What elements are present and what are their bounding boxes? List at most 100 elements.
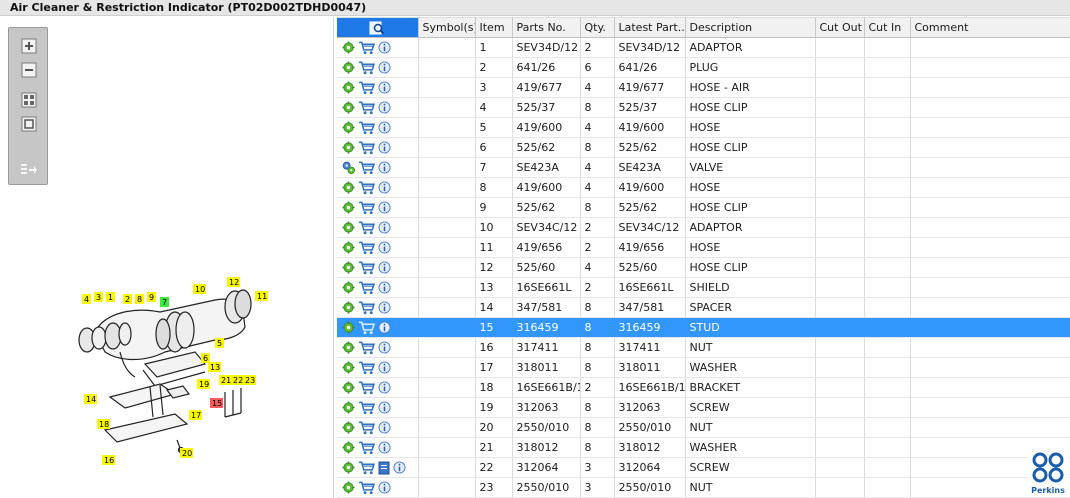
row-actions[interactable] xyxy=(337,397,419,418)
column-header-comment[interactable]: Comment xyxy=(910,17,1070,38)
row-actions[interactable] xyxy=(337,257,419,278)
row-actions[interactable] xyxy=(337,377,419,398)
table-row[interactable]: 13 16SE661L 2 16SE661L SHIELD xyxy=(337,277,1070,298)
table-row[interactable]: 1 SEV34D/12 2 SEV34D/12 ADAPTOR xyxy=(337,37,1070,58)
exploded-parts-diagram[interactable]: 1 2 3 4 5 6 7 8 9 10 11 12 13 14 15 16 1… xyxy=(65,252,285,467)
table-row[interactable]: 11 419/656 2 419/656 HOSE xyxy=(337,237,1070,258)
table-row[interactable]: 2 641/26 6 641/26 PLUG xyxy=(337,57,1070,78)
table-row[interactable]: 7 SE423A 4 SE423A VALVE xyxy=(337,157,1070,178)
row-actions[interactable] xyxy=(337,317,419,338)
cell-symbols xyxy=(418,337,476,358)
document-icon xyxy=(378,461,390,474)
cell-comment xyxy=(910,37,1070,58)
row-actions[interactable] xyxy=(337,77,419,98)
table-row[interactable]: 20 2550/010 8 2550/010 NUT xyxy=(337,417,1070,438)
row-actions[interactable] xyxy=(337,57,419,78)
cell-cut-in xyxy=(864,237,911,258)
cell-parts-no: 16SE661B/1 xyxy=(512,377,581,398)
table-row[interactable]: 9 525/62 8 525/62 HOSE CLIP xyxy=(337,197,1070,218)
callout-14: 14 xyxy=(84,394,97,404)
svg-text:11: 11 xyxy=(257,292,267,301)
table-row[interactable]: 5 419/600 4 419/600 HOSE xyxy=(337,117,1070,138)
cell-cut-out xyxy=(815,357,865,378)
row-actions[interactable] xyxy=(337,297,419,318)
cell-comment xyxy=(910,417,1070,438)
table-row[interactable]: 23 2550/010 3 2550/010 NUT xyxy=(337,477,1070,498)
column-header-symbols[interactable]: Symbol(s) xyxy=(418,17,476,38)
cell-description: VALVE xyxy=(685,157,816,178)
cell-latest: SE423A xyxy=(614,157,686,178)
info-icon xyxy=(378,221,391,234)
cell-latest: 2550/010 xyxy=(614,477,686,498)
gear-icon xyxy=(342,461,355,474)
info-icon xyxy=(378,81,391,94)
zoom-out-button[interactable] xyxy=(19,60,39,80)
row-actions[interactable] xyxy=(337,237,419,258)
row-actions[interactable] xyxy=(337,117,419,138)
callout-20: 20 xyxy=(180,448,193,458)
column-header-parts-no[interactable]: Parts No. xyxy=(512,17,581,38)
cell-cut-out xyxy=(815,337,865,358)
cell-latest: SEV34C/12 xyxy=(614,217,686,238)
table-row[interactable]: 6 525/62 8 525/62 HOSE CLIP xyxy=(337,137,1070,158)
row-actions[interactable] xyxy=(337,457,419,478)
fit-page-button[interactable] xyxy=(19,114,39,134)
table-row[interactable]: 8 419/600 4 419/600 HOSE xyxy=(337,177,1070,198)
row-actions[interactable] xyxy=(337,477,419,498)
row-actions[interactable] xyxy=(337,177,419,198)
zoom-in-button[interactable] xyxy=(19,36,39,56)
row-actions[interactable] xyxy=(337,37,419,58)
cell-qty: 8 xyxy=(580,137,615,158)
fit-all-button[interactable] xyxy=(19,90,39,110)
row-actions[interactable] xyxy=(337,217,419,238)
table-row[interactable]: 21 318012 8 318012 WASHER xyxy=(337,437,1070,458)
row-actions[interactable] xyxy=(337,137,419,158)
cell-comment xyxy=(910,397,1070,418)
export-button[interactable] xyxy=(19,160,39,180)
row-actions[interactable] xyxy=(337,437,419,458)
gear-icon xyxy=(342,381,355,394)
callout-21: 21 xyxy=(219,375,232,385)
table-row[interactable]: 10 SEV34C/12 2 SEV34C/12 ADAPTOR xyxy=(337,217,1070,238)
table-row[interactable]: 16 317411 8 317411 NUT xyxy=(337,337,1070,358)
column-header-qty[interactable]: Qty. xyxy=(580,17,615,38)
row-actions[interactable] xyxy=(337,197,419,218)
table-row[interactable]: 12 525/60 4 525/60 HOSE CLIP xyxy=(337,257,1070,278)
table-row[interactable]: 18 16SE661B/1 2 16SE661B/1 BRACKET xyxy=(337,377,1070,398)
callout-17: 17 xyxy=(189,410,202,420)
column-header-cut-out[interactable]: Cut Out xyxy=(815,17,865,38)
gear-icon xyxy=(342,41,355,54)
row-actions[interactable] xyxy=(337,277,419,298)
cell-comment xyxy=(910,377,1070,398)
cell-cut-in xyxy=(864,277,911,298)
table-row[interactable]: 4 525/37 8 525/37 HOSE CLIP xyxy=(337,97,1070,118)
info-icon xyxy=(378,441,391,454)
table-row[interactable]: 3 419/677 4 419/677 HOSE - AIR xyxy=(337,77,1070,98)
row-actions[interactable] xyxy=(337,157,419,178)
info-icon xyxy=(378,421,391,434)
column-header-item[interactable]: Item xyxy=(475,17,513,38)
table-row[interactable]: 17 318011 8 318011 WASHER xyxy=(337,357,1070,378)
row-actions[interactable] xyxy=(337,357,419,378)
table-row[interactable]: 22 312064 3 312064 SCREW xyxy=(337,457,1070,478)
column-header-cut-in[interactable]: Cut In xyxy=(864,17,911,38)
cell-description: HOSE xyxy=(685,117,816,138)
cell-parts-no: 419/600 xyxy=(512,117,581,138)
cell-latest: 525/60 xyxy=(614,257,686,278)
column-header-actions[interactable] xyxy=(337,17,419,38)
row-actions[interactable] xyxy=(337,337,419,358)
table-row[interactable]: 15 316459 8 316459 STUD xyxy=(337,317,1070,338)
svg-text:7: 7 xyxy=(162,298,167,307)
cell-parts-no: 525/37 xyxy=(512,97,581,118)
table-row[interactable]: 19 312063 8 312063 SCREW xyxy=(337,397,1070,418)
cell-qty: 2 xyxy=(580,277,615,298)
brand-name: Perkins xyxy=(1031,486,1065,495)
cell-comment xyxy=(910,277,1070,298)
column-header-latest-part[interactable]: Latest Part... xyxy=(614,17,686,38)
cart-icon xyxy=(358,121,375,134)
cell-parts-no: SE423A xyxy=(512,157,581,178)
row-actions[interactable] xyxy=(337,97,419,118)
table-row[interactable]: 14 347/581 8 347/581 SPACER xyxy=(337,297,1070,318)
column-header-description[interactable]: Description xyxy=(685,17,816,38)
row-actions[interactable] xyxy=(337,417,419,438)
